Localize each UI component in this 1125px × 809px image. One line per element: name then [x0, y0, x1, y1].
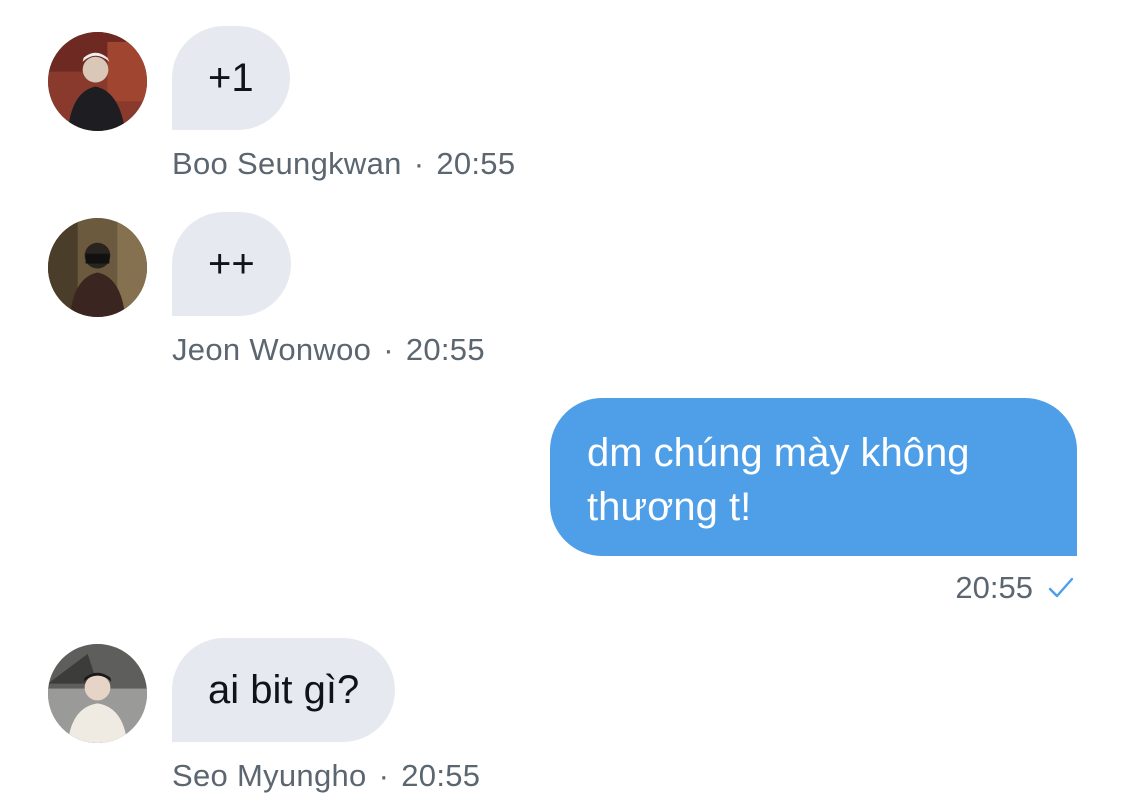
user-photo-icon [48, 644, 147, 743]
message-time: 20:55 [955, 570, 1033, 605]
avatar[interactable] [48, 32, 147, 131]
avatar[interactable] [48, 218, 147, 317]
message-time: 20:55 [401, 758, 481, 793]
user-photo-icon [48, 32, 147, 131]
message-meta: Jeon Wonwoo · 20:55 [172, 332, 485, 368]
message-meta-outgoing: 20:55 [955, 570, 1075, 606]
message-bubble-outgoing[interactable]: dm chúng mày không thương t! [550, 398, 1077, 556]
message-time: 20:55 [436, 146, 516, 181]
user-photo-icon [48, 218, 147, 317]
avatar[interactable] [48, 644, 147, 743]
message-meta: Boo Seungkwan · 20:55 [172, 146, 515, 182]
message-bubble[interactable]: +1 [172, 26, 290, 130]
meta-separator: · [378, 758, 390, 793]
message-bubble[interactable]: ai bit gì? [172, 638, 396, 742]
message-meta: Seo Myungho · 20:55 [172, 758, 480, 794]
chat-thread: +1 Boo Seungkwan · 20:55 ++ Jeon Wonwoo · 20… [0, 0, 1125, 809]
message-time: 20:55 [405, 332, 485, 367]
sender-name[interactable]: Jeon Wonwoo [172, 332, 371, 367]
message-bubble[interactable]: ++ [172, 212, 291, 316]
sender-name[interactable]: Boo Seungkwan [172, 146, 402, 181]
check-icon [1048, 577, 1074, 598]
meta-separator: · [383, 332, 394, 367]
meta-separator: · [413, 146, 425, 181]
sender-name[interactable]: Seo Myungho [172, 758, 367, 793]
